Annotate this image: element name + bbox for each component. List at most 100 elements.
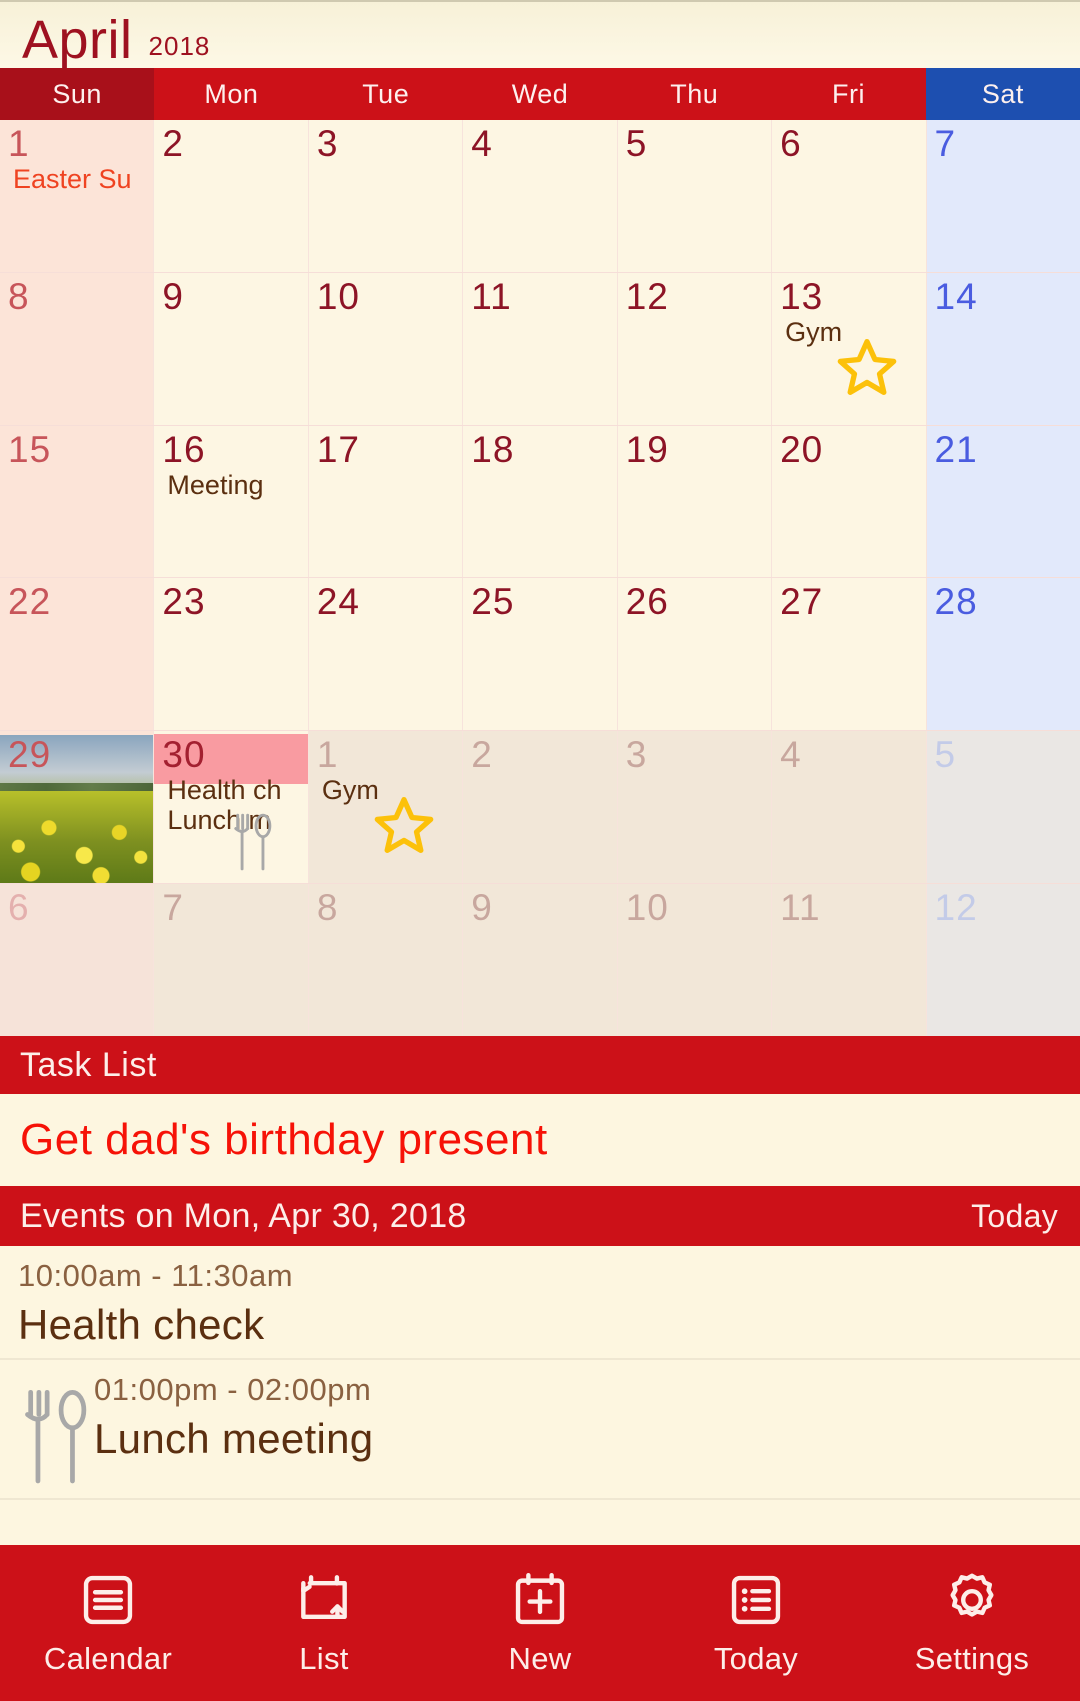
day-cell-12[interactable]: 12 <box>617 272 773 425</box>
day-cell-7[interactable]: 7 <box>926 120 1080 272</box>
calendar-week-row: 29 30 Health ch Lunch m 1 Gym 2 3 4 5 <box>0 731 1080 885</box>
day-cell-26[interactable]: 26 <box>617 578 773 731</box>
day-event-label[interactable]: Meeting <box>167 470 307 500</box>
day-number: 3 <box>625 734 648 776</box>
weekday-header-wed: Wed <box>462 68 618 120</box>
day-number: 28 <box>934 581 978 623</box>
day-cell-3[interactable]: 3 <box>308 120 464 272</box>
day-cell-2[interactable]: 2 <box>463 731 618 884</box>
day-cell-10[interactable]: 10 <box>308 272 464 425</box>
day-cell-8[interactable]: 8 <box>0 272 155 425</box>
nav-item-list[interactable]: List <box>216 1569 432 1677</box>
day-number: 22 <box>8 581 52 623</box>
day-number: 6 <box>780 123 802 164</box>
day-cell-24[interactable]: 24 <box>308 578 464 731</box>
task-list-title: Task List <box>20 1045 157 1084</box>
day-cell-28[interactable]: 28 <box>926 578 1080 731</box>
day-number: 10 <box>625 887 669 929</box>
day-cell-22[interactable]: 22 <box>0 578 155 731</box>
day-number: 4 <box>780 734 802 776</box>
day-cell-15[interactable]: 15 <box>0 425 155 578</box>
day-number: 18 <box>471 428 515 470</box>
day-cell-11[interactable]: 11 <box>463 272 618 425</box>
day-number: 20 <box>780 428 824 470</box>
events-header: Events on Mon, Apr 30, 2018 Today <box>0 1186 1080 1246</box>
day-cell-5[interactable]: 5 <box>617 120 773 272</box>
day-cell-8[interactable]: 8 <box>308 884 464 1036</box>
day-cell-1[interactable]: 1 Gym <box>308 731 464 884</box>
event-row[interactable]: 10:00am - 11:30am Health check <box>0 1246 1080 1360</box>
day-number: 8 <box>8 275 30 317</box>
nav-label: List <box>299 1641 349 1676</box>
nav-label: Calendar <box>43 1641 173 1676</box>
day-number: 11 <box>780 887 821 929</box>
day-number: 5 <box>625 123 648 164</box>
day-cell-27[interactable]: 27 <box>772 578 927 731</box>
day-cell-1[interactable]: 1 Easter Su <box>0 120 155 272</box>
weekday-header-mon: Mon <box>154 68 309 120</box>
day-number: 5 <box>934 734 957 776</box>
day-number: 24 <box>316 581 360 623</box>
day-cell-14[interactable]: 14 <box>926 272 1080 425</box>
day-number: 12 <box>934 887 978 929</box>
day-cell-11[interactable]: 11 <box>772 884 927 1036</box>
day-cell-9[interactable]: 9 <box>154 272 309 425</box>
day-cell-6[interactable]: 6 <box>0 884 155 1036</box>
day-cell-16[interactable]: 16 Meeting <box>154 425 309 578</box>
nav-item-settings[interactable]: Settings <box>864 1569 1080 1677</box>
day-event-label[interactable]: Easter Su <box>13 164 153 194</box>
day-cell-17[interactable]: 17 <box>308 425 464 578</box>
day-cell-7[interactable]: 7 <box>154 884 309 1036</box>
day-number: 6 <box>8 887 30 929</box>
day-cell-12[interactable]: 12 <box>926 884 1080 1036</box>
nav-item-new[interactable]: New <box>432 1569 648 1677</box>
day-cell-13[interactable]: 13 Gym <box>772 272 927 425</box>
day-cell-3[interactable]: 3 <box>617 731 773 884</box>
day-cell-4[interactable]: 4 <box>772 731 927 884</box>
month-header[interactable]: April 2018 <box>0 0 1080 68</box>
day-cell-4[interactable]: 4 <box>463 120 618 272</box>
day-number: 29 <box>8 734 52 776</box>
day-number: 17 <box>316 428 360 470</box>
day-cell-20[interactable]: 20 <box>772 425 927 578</box>
day-cell-5[interactable]: 5 <box>926 731 1080 884</box>
day-cell-29[interactable]: 29 <box>0 731 155 884</box>
calendar-plus-icon <box>509 1569 571 1631</box>
task-item[interactable]: Get dad's birthday present <box>20 1115 548 1165</box>
weekday-header-fri: Fri <box>771 68 926 120</box>
day-cell-23[interactable]: 23 <box>154 578 309 731</box>
day-cell-21[interactable]: 21 <box>926 425 1080 578</box>
day-cell-18[interactable]: 18 <box>463 425 618 578</box>
nav-item-calendar[interactable]: Calendar <box>0 1569 216 1677</box>
day-event-label[interactable]: Health ch <box>167 775 307 805</box>
task-list-header[interactable]: Task List <box>0 1036 1080 1094</box>
calendar-icon <box>77 1569 139 1631</box>
day-cell-25[interactable]: 25 <box>463 578 618 731</box>
day-number: 23 <box>162 581 206 623</box>
nav-item-today[interactable]: Today <box>648 1569 864 1677</box>
day-number: 2 <box>162 123 184 164</box>
event-body: 01:00pm - 02:00pm Lunch meeting <box>94 1368 1080 1466</box>
day-cell-2[interactable]: 2 <box>154 120 309 272</box>
bottom-navigation-bar: Calendar List New Today Settings <box>0 1545 1080 1701</box>
gear-icon <box>941 1569 1003 1631</box>
day-number: 3 <box>316 123 339 164</box>
calendar-week-row: 6 7 8 9 10 11 12 <box>0 884 1080 1036</box>
day-cell-10[interactable]: 10 <box>617 884 773 1036</box>
day-number: 1 <box>8 123 30 164</box>
day-cell-9[interactable]: 9 <box>463 884 618 1036</box>
event-row[interactable]: 01:00pm - 02:00pm Lunch meeting <box>0 1360 1080 1501</box>
day-cell-19[interactable]: 19 <box>617 425 773 578</box>
event-title: Health check <box>18 1301 265 1348</box>
events-list[interactable]: 10:00am - 11:30am Health check 01:00pm - 0… <box>0 1246 1080 1501</box>
task-list[interactable]: Get dad's birthday present <box>0 1094 1080 1186</box>
day-number: 2 <box>471 734 493 776</box>
day-cell-6[interactable]: 6 <box>772 120 927 272</box>
calendar-grid[interactable]: 1 Easter Su 2 3 4 5 6 7 8 9 10 11 12 13 Gym 14 15 16 Meeti… <box>0 120 1080 1036</box>
day-cell-30[interactable]: 30 Health ch Lunch m <box>154 731 309 884</box>
calendar-week-row: 15 16 Meeting 17 18 19 20 21 <box>0 425 1080 579</box>
weekday-header-sat: Sat <box>925 68 1080 120</box>
today-button[interactable]: Today <box>971 1198 1058 1235</box>
day-number: 12 <box>625 275 669 317</box>
star-icon <box>371 793 437 857</box>
